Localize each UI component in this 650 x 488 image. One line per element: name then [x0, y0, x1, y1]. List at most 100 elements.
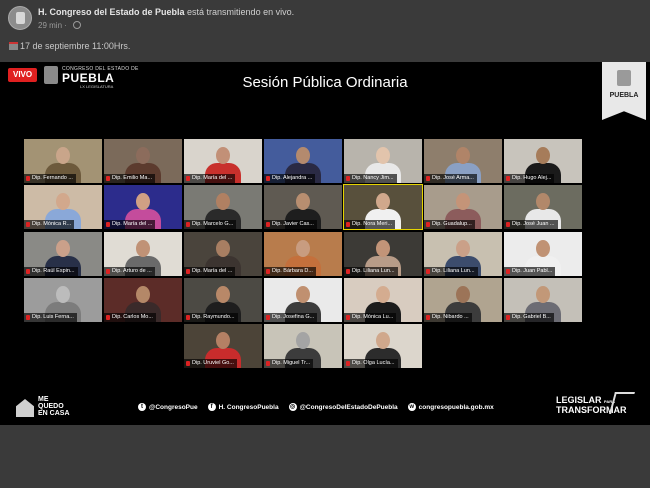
participant-face [56, 193, 70, 210]
participant-name: Dip. Fernando ... [24, 174, 76, 183]
participant-tile: Dip. Mónica Lu... [344, 278, 422, 322]
globe-icon [73, 21, 82, 29]
post-action-text: está transmitiendo en vivo. [184, 7, 295, 17]
participant-tile: Dip. Luis Ferna... [24, 278, 102, 322]
social-handle: congresopuebla.gob.mx [418, 403, 494, 411]
participant-name: Dip. Alejandra ... [264, 174, 316, 183]
participant-tile: Dip. Uruviel Go... [184, 324, 262, 368]
participant-tile: Dip. Liliana Lun... [424, 232, 502, 276]
participant-name: Dip. Hugo Alej... [504, 174, 555, 183]
participant-tile: Dip. Liliana Lun... [344, 232, 422, 276]
participant-tile: Dip. Juan Pabl... [504, 232, 582, 276]
participant-name: Dip. José Juan ... [504, 220, 558, 229]
participant-tile: Dip. Carlos Mo... [104, 278, 182, 322]
participant-tile: Dip. María del ... [184, 232, 262, 276]
social-link: w congresopuebla.gob.mx [407, 402, 494, 412]
participant-name: Dip. Luis Ferna... [24, 313, 77, 322]
participant-face [536, 193, 550, 210]
participant-tile: Dip. Nancy Jim... [344, 139, 422, 183]
participant-tile: Dip. Nora Meri... [343, 184, 423, 230]
social-links: t @CongresoPue f H. CongresoPuebla ◎ @Congres… [138, 402, 494, 412]
participant-tile: Dip. Josefina G... [264, 278, 342, 322]
participant-tile: Dip. Nibardo ... [424, 278, 502, 322]
participant-name: Dip. Liliana Lun... [424, 267, 478, 276]
instagram-icon: ◎ [288, 403, 297, 411]
participant-tile: Dip. Emilio Ma... [104, 139, 182, 183]
participant-face [536, 147, 550, 164]
post-caption: 17 de septiembre 11:00Hrs. [9, 41, 130, 51]
participant-tile: Dip. Raymundo... [184, 278, 262, 322]
participant-name: Dip. Raúl Espin... [24, 267, 78, 276]
participant-face [56, 240, 70, 257]
post-time[interactable]: 29 min [38, 21, 62, 30]
participant-tile: Dip. Guadalup... [424, 185, 502, 229]
post-footer-area [0, 425, 650, 488]
participant-face [136, 286, 150, 303]
twitter-icon: t [138, 403, 146, 411]
participant-tile: Dip. Mónica R... [24, 185, 102, 229]
participant-name: Dip. Mónica R... [24, 220, 75, 229]
social-handle: H. CongresoPuebla [218, 403, 279, 411]
participant-name: Dip. Juan Pabl... [504, 267, 556, 276]
participant-face [376, 240, 390, 257]
participant-face [216, 240, 230, 257]
participant-face [136, 193, 150, 210]
participant-tile: Dip. Miguel Tr... [264, 324, 342, 368]
calendar-icon [9, 42, 18, 50]
participant-name: Dip. Guadalup... [424, 220, 475, 229]
participant-name: Dip. Uruviel Go... [184, 359, 237, 368]
participant-face [216, 193, 230, 210]
participant-name: Dip. María del ... [104, 220, 156, 229]
participant-face [56, 286, 70, 303]
participant-tile: Dip. María del ... [184, 139, 262, 183]
social-link: ◎ @CongresoDelEstadoDePuebla [288, 402, 398, 412]
social-handle: @CongresoDelEstadoDePuebla [299, 403, 398, 411]
legislar-text: LEGISLAR [556, 395, 602, 405]
participant-tile: Dip. Fernando ... [24, 139, 102, 183]
participant-tile: Dip. Alejandra ... [264, 139, 342, 183]
participant-face [376, 286, 390, 303]
facebook-icon: f [207, 403, 216, 411]
participant-name: Dip. Bárbara D... [264, 267, 316, 276]
participant-face [536, 286, 550, 303]
participant-face [136, 240, 150, 257]
participant-face [216, 286, 230, 303]
participant-name: Dip. María del ... [184, 174, 236, 183]
participant-face [216, 147, 230, 164]
banner-seal-icon [617, 70, 631, 86]
participant-name: Dip. Arturo de ... [104, 267, 155, 276]
participant-tile: Dip. Gabriel B... [504, 278, 582, 322]
participant-face [296, 286, 310, 303]
participant-face [456, 286, 470, 303]
me-quedo-en-casa-logo: ME QUEDO EN CASA [38, 396, 70, 417]
participant-name: Dip. Mónica Lu... [344, 313, 397, 322]
participant-face [376, 147, 390, 164]
participant-name: Dip. Liliana Lun... [344, 267, 398, 276]
me-quedo-line-3: EN CASA [38, 410, 70, 417]
participant-face [296, 240, 310, 257]
participant-name: Dip. Nancy Jim... [344, 174, 397, 183]
participant-tile: Dip. Olga Lucía... [344, 324, 422, 368]
page-name-link[interactable]: H. Congreso del Estado de Puebla [38, 7, 185, 17]
social-link: f H. CongresoPuebla [207, 402, 279, 412]
participant-face [56, 147, 70, 164]
social-handle: @CongresoPue [149, 403, 198, 411]
participant-name: Dip. Raymundo... [184, 313, 238, 322]
participant-grid: Dip. Fernando ... Dip. Emilio Ma... Dip. M… [0, 62, 650, 425]
participant-name: Dip. Nibardo ... [424, 313, 472, 322]
participant-face [456, 193, 470, 210]
page-avatar[interactable] [8, 6, 32, 30]
participant-face [296, 193, 310, 210]
participant-face [296, 147, 310, 164]
participant-tile: Dip. Raúl Espin... [24, 232, 102, 276]
participant-name: Dip. Josefina G... [264, 313, 318, 322]
participant-face [456, 240, 470, 257]
participant-tile: Dip. Marcelo G... [184, 185, 262, 229]
participant-name: Dip. Nora Meri... [344, 220, 396, 229]
post-title: H. Congreso del Estado de Puebla está tr… [38, 7, 294, 17]
participant-face [456, 147, 470, 164]
participant-face [536, 240, 550, 257]
banner-text: PUEBLA [609, 92, 639, 99]
video-player[interactable]: Dip. Fernando ... Dip. Emilio Ma... Dip. M… [0, 62, 650, 425]
participant-face [376, 193, 390, 210]
